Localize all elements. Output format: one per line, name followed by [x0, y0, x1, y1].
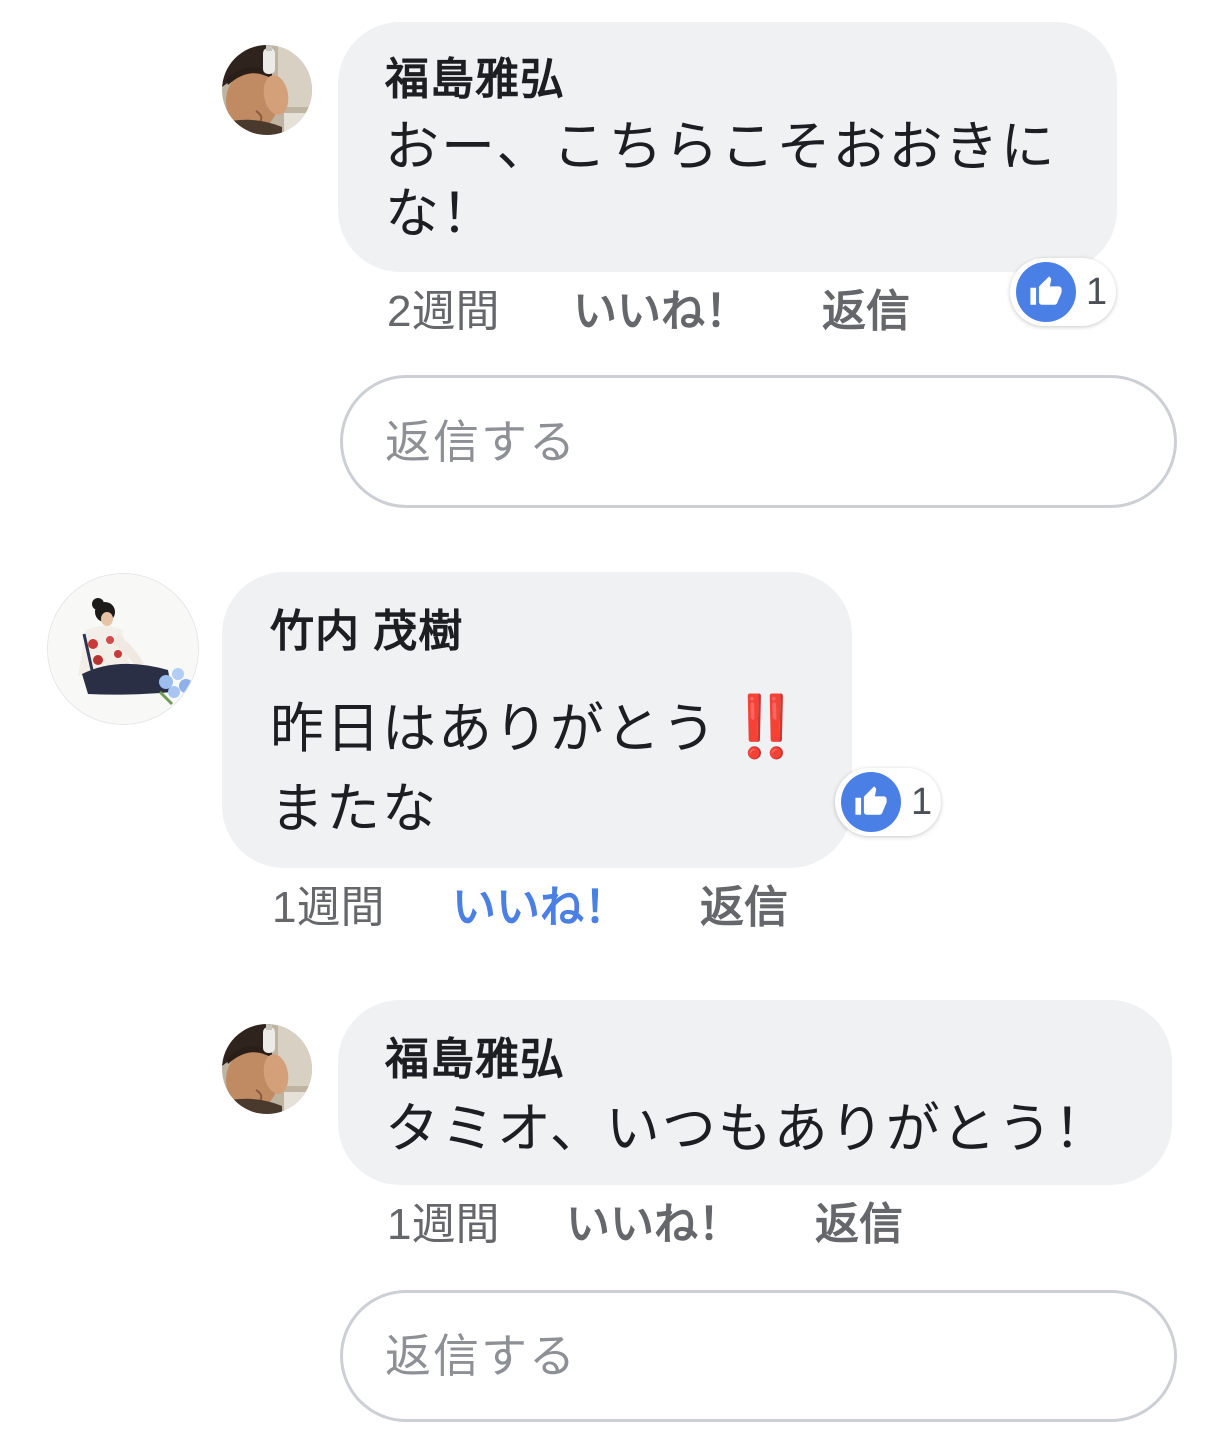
comment-text: タミオ、いつもありがとう！: [385, 1096, 1110, 1163]
comment-text-line: またな: [270, 779, 438, 839]
author-name[interactable]: 竹内 茂樹: [270, 608, 463, 656]
reply-input-box[interactable]: [340, 1290, 1177, 1422]
reaction-badge[interactable]: 1: [835, 768, 941, 836]
comment-thread: 福島雅弘 おー、こちらこそおおきに な！ 1 2週間 いいね！ 返信 返信する …: [0, 0, 1225, 1448]
comment-text: 昨日はありがとう ‼️ またな: [270, 687, 803, 849]
reaction-badge[interactable]: 1: [1010, 258, 1116, 326]
comment-bubble: 福島雅弘 タミオ、いつもありがとう！: [338, 1000, 1172, 1185]
author-avatar[interactable]: [222, 1024, 312, 1114]
comment-timestamp[interactable]: 2週間: [387, 286, 499, 338]
like-button[interactable]: いいね！: [452, 882, 628, 934]
comment-text-line: な！: [385, 184, 497, 244]
comment-timestamp[interactable]: 1週間: [387, 1199, 499, 1251]
profile-photo: [222, 45, 312, 135]
reply-input[interactable]: [385, 378, 1125, 505]
comment-bubble: 福島雅弘 おー、こちらこそおおきに な！: [338, 22, 1117, 272]
reaction-count: 1: [911, 781, 933, 823]
reply-button[interactable]: 返信: [822, 286, 910, 338]
comment: 竹内 茂樹 昨日はありがとう ‼️ またな 1 1週間 いいね！ 返信: [48, 572, 941, 940]
reply-button[interactable]: 返信: [700, 882, 788, 934]
comment-text-segment: 昨日はありがとう: [270, 699, 718, 759]
profile-photo: [222, 1024, 312, 1114]
author-name[interactable]: 福島雅弘: [385, 1036, 565, 1084]
reaction-count: 1: [1086, 271, 1108, 313]
like-button[interactable]: いいね！: [566, 1199, 742, 1251]
comment-text-line: 昨日はありがとう ‼️: [270, 687, 803, 769]
thumbs-up-icon: [1016, 262, 1076, 322]
comment: 福島雅弘 おー、こちらこそおおきに な！ 1 2週間 いいね！ 返信: [222, 22, 1117, 340]
comment-text: おー、こちらこそおおきに な！: [385, 114, 1056, 248]
author-avatar[interactable]: [222, 45, 312, 135]
reply-input-box[interactable]: [340, 375, 1177, 508]
comment-bubble: 竹内 茂樹 昨日はありがとう ‼️ またな: [222, 572, 852, 868]
comment: 福島雅弘 タミオ、いつもありがとう！ 1週間 いいね！ 返信: [222, 1000, 1172, 1252]
comment-timestamp[interactable]: 1週間: [272, 882, 384, 934]
profile-photo: [48, 574, 198, 724]
author-avatar[interactable]: [48, 574, 198, 724]
comment-text-line: タミオ、いつもありがとう！: [385, 1099, 1110, 1159]
double-exclamation-emoji: ‼️: [728, 693, 803, 760]
author-name[interactable]: 福島雅弘: [385, 56, 565, 104]
thumbs-up-icon: [841, 772, 901, 832]
comment-text-line: おー、こちらこそおおきに: [385, 117, 1057, 177]
like-button[interactable]: いいね！: [573, 286, 749, 338]
reply-input[interactable]: [385, 1293, 1125, 1419]
reply-button[interactable]: 返信: [815, 1199, 903, 1251]
